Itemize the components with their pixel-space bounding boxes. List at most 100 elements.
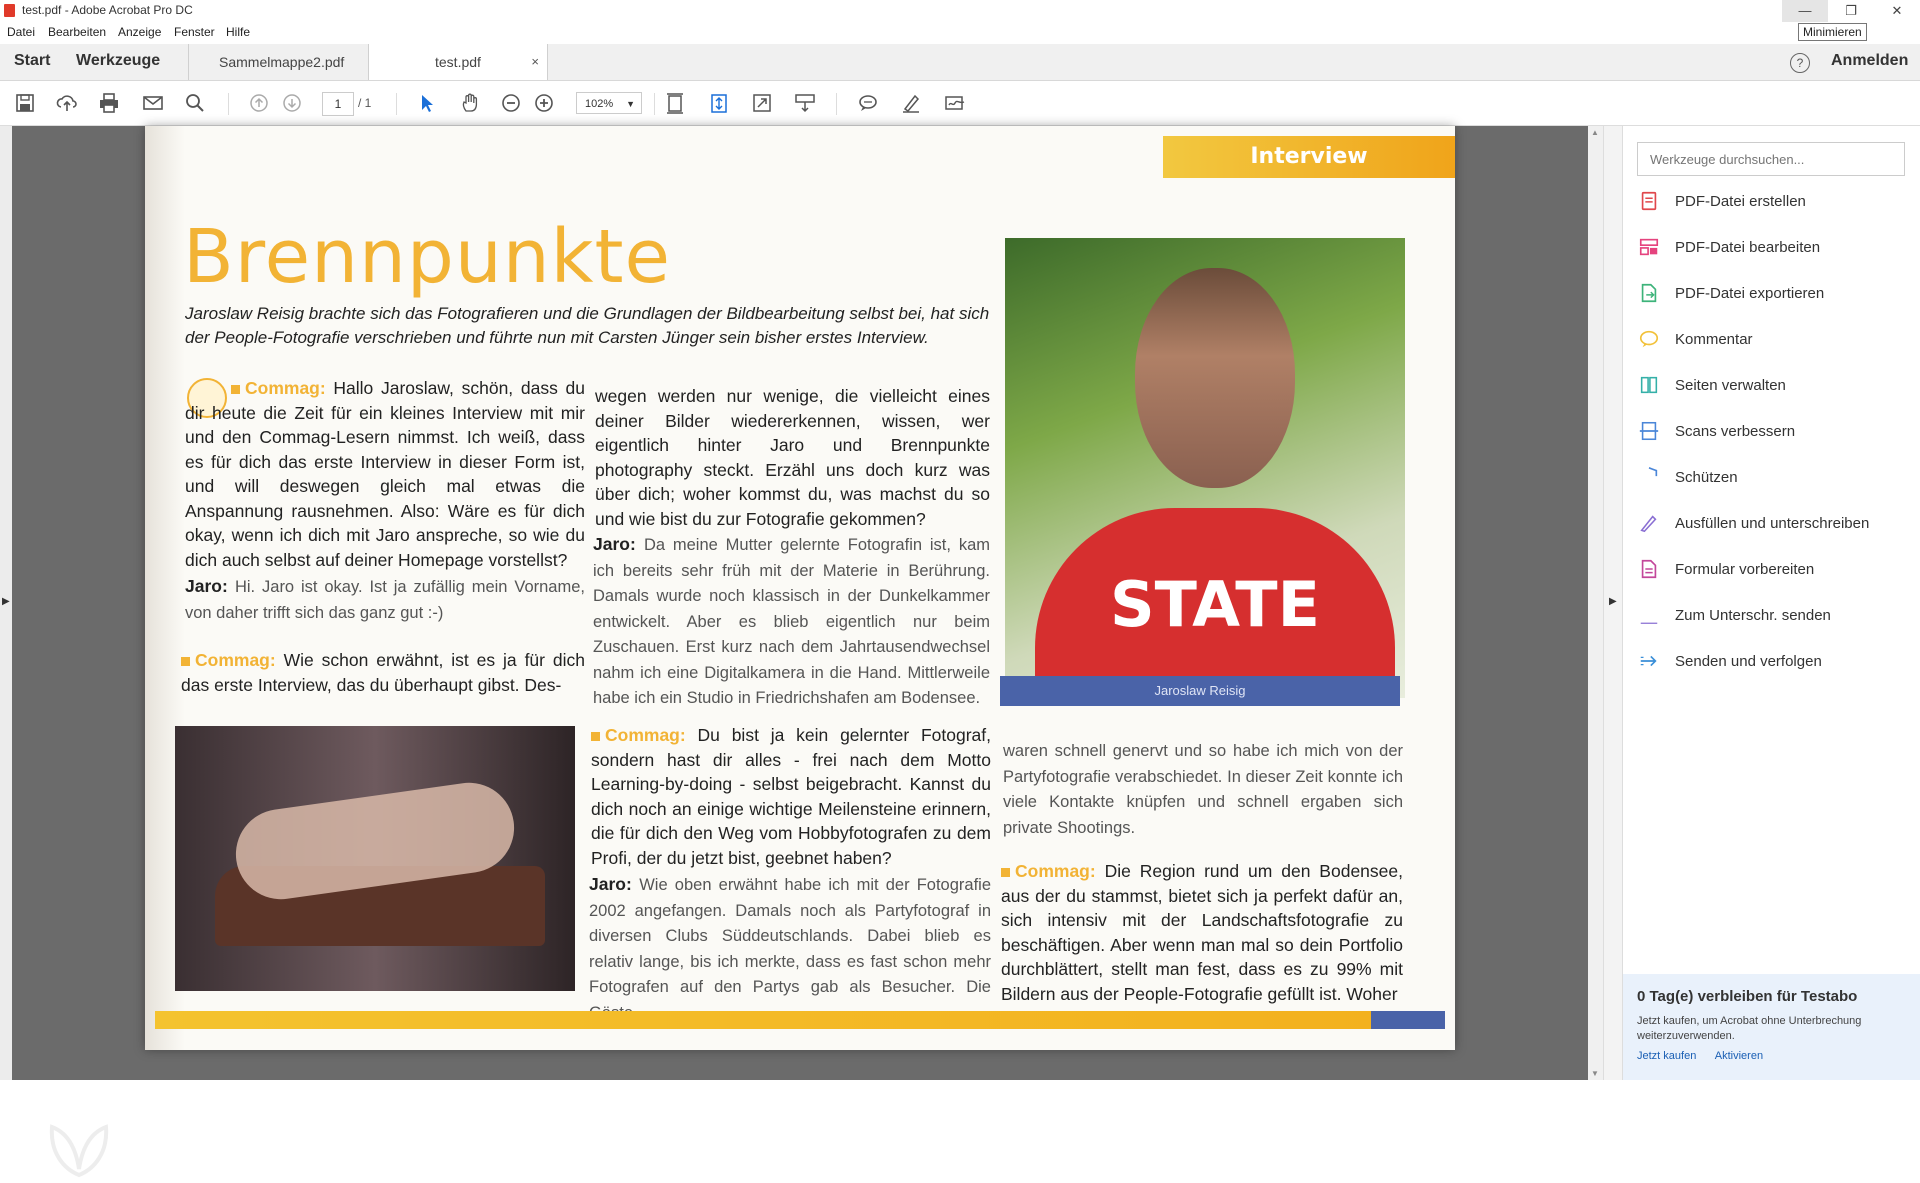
trial-text: Jetzt kaufen, um Acrobat ohne Unterbrech… <box>1637 1015 1862 1042</box>
zoom-in-icon[interactable] <box>531 90 557 116</box>
page-up-icon[interactable] <box>246 90 272 116</box>
tool-item-ausfüllen-und-unterschreiben[interactable]: Ausfüllen und unterschreiben <box>1637 508 1907 538</box>
tool-item-schützen[interactable]: Schützen <box>1637 462 1907 492</box>
minimize-button[interactable]: — <box>1782 0 1828 22</box>
print-icon[interactable] <box>96 90 122 116</box>
menu-anzeige[interactable]: Anzeige <box>118 25 161 39</box>
tool-item-scans-verbessern[interactable]: Scans verbessern <box>1637 416 1907 446</box>
tool-item-pdf-datei-exportieren[interactable]: PDF-Datei exportieren <box>1637 278 1907 308</box>
tool-item-label: Ausfüllen und unterschreiben <box>1675 514 1870 532</box>
activate-link[interactable]: Aktivieren <box>1715 1050 1763 1062</box>
comment-icon[interactable] <box>855 90 881 116</box>
tab-start[interactable]: Start <box>14 52 50 70</box>
scroll-up-icon[interactable]: ▲ <box>1591 128 1599 137</box>
page-total: / 1 <box>358 96 372 110</box>
tool-item-senden-und-verfolgen[interactable]: Senden und verfolgen <box>1637 646 1907 676</box>
tab-werkzeuge[interactable]: Werkzeuge <box>76 52 160 70</box>
tool-item-kommentar[interactable]: Kommentar <box>1637 324 1907 354</box>
answer-text: Da meine Mutter gelernte Fotografin ist,… <box>593 536 990 707</box>
save-icon[interactable] <box>12 90 38 116</box>
acrobat-app-icon <box>4 4 15 17</box>
tool-item-zum-unterschr-senden[interactable]: Zum Unterschr. senden <box>1637 600 1907 630</box>
pdf-page: Interview Brennpunkte Jaroslaw Reisig br… <box>145 126 1455 1050</box>
zoom-select[interactable]: 102% ▼ <box>576 92 642 114</box>
portrait-photo: STATE <box>1005 238 1405 698</box>
tool-item-pdf-datei-erstellen[interactable]: PDF-Datei erstellen <box>1637 186 1907 216</box>
tool-item-pdf-datei-bearbeiten[interactable]: PDF-Datei bearbeiten <box>1637 232 1907 262</box>
tool-item-label: Senden und verfolgen <box>1675 652 1822 670</box>
minimize-tooltip: Minimieren <box>1798 23 1867 41</box>
close-window-button[interactable]: ✕ <box>1874 0 1920 22</box>
right-panel-toggle[interactable]: ▶ <box>1603 126 1622 1080</box>
tool-item-seiten-verwalten[interactable]: Seiten verwalten <box>1637 370 1907 400</box>
tool-item-label: PDF-Datei exportieren <box>1675 284 1825 302</box>
speaker-label: Commag: <box>195 650 276 670</box>
highlight-pen-icon[interactable] <box>898 90 924 116</box>
bullet-square-icon <box>1001 868 1010 877</box>
column-2-question-cont: wegen werden nur wenige, die vielleicht … <box>595 384 990 531</box>
signin-button[interactable]: Anmelden <box>1831 52 1908 70</box>
hand-icon[interactable] <box>457 90 483 116</box>
menu-fenster[interactable]: Fenster <box>174 25 215 39</box>
answer-text: Wie oben erwähnt habe ich mit der Fotogr… <box>589 876 992 1022</box>
close-icon: ✕ <box>1891 3 1903 18</box>
search-icon[interactable] <box>182 90 208 116</box>
zoom-out-icon[interactable] <box>498 90 524 116</box>
tab-label: test.pdf <box>435 54 481 70</box>
toolbar-divider <box>836 93 837 115</box>
close-tab-icon[interactable]: × <box>531 44 539 80</box>
select-arrow-icon[interactable] <box>414 90 440 116</box>
speaker-label: Jaro: <box>593 534 636 554</box>
speaker-label: Commag: <box>245 378 326 398</box>
protect-shield-icon <box>1637 465 1661 489</box>
help-icon[interactable]: ? <box>1790 53 1810 73</box>
send-track-icon <box>1637 649 1661 673</box>
tab-label: Sammelmappe2.pdf <box>219 54 345 70</box>
organize-pages-icon <box>1637 373 1661 397</box>
upload-icon[interactable] <box>54 90 80 116</box>
column-3-answer-cont: waren schnell genervt und so habe ich mi… <box>1003 738 1403 840</box>
bullet-square-icon <box>591 732 600 741</box>
tool-item-label: PDF-Datei erstellen <box>1675 192 1806 210</box>
question-text: Die Region rund um den Bodensee, aus der… <box>1001 861 1403 1004</box>
article-headline: Brennpunkte <box>183 214 672 300</box>
speaker-label: Jaro: <box>589 874 632 894</box>
tab-document-test[interactable]: test.pdf × <box>368 44 548 80</box>
scroll-mode-icon[interactable] <box>706 90 732 116</box>
menu-bearbeiten[interactable]: Bearbeiten <box>48 25 106 39</box>
question-text: wegen werden nur wenige, die vielleicht … <box>595 386 990 529</box>
menu-bar: Datei Bearbeiten Anzeige Fenster Hilfe <box>0 22 1920 44</box>
menu-hilfe[interactable]: Hilfe <box>226 25 250 39</box>
left-panel-toggle[interactable]: ▶ <box>0 126 12 1080</box>
answer-text: Hi. Jaro ist okay. Ist ja zufällig mein … <box>185 578 585 622</box>
column-1-question-2: Commag: Wie schon erwähnt, ist es ja für… <box>181 648 585 697</box>
answer-text: waren schnell genervt und so habe ich mi… <box>1003 742 1403 837</box>
speaker-label: Jaro: <box>185 576 228 596</box>
maximize-button[interactable]: ❐ <box>1828 0 1874 22</box>
full-screen-icon[interactable] <box>749 90 775 116</box>
fit-page-icon[interactable] <box>662 90 688 116</box>
article-lead: Jaroslaw Reisig brachte sich das Fotogra… <box>185 304 990 347</box>
tool-item-label: Zum Unterschr. senden <box>1675 606 1831 624</box>
prepare-form-icon <box>1637 557 1661 581</box>
page-down-icon[interactable] <box>279 90 305 116</box>
vertical-scrollbar[interactable]: ▲ ▼ <box>1588 126 1603 1080</box>
menu-datei[interactable]: Datei <box>7 25 35 39</box>
buy-now-link[interactable]: Jetzt kaufen <box>1637 1050 1696 1062</box>
page-footer-bar <box>155 1011 1445 1029</box>
tab-document-sammelmappe[interactable]: Sammelmappe2.pdf <box>188 44 368 80</box>
question-text: Hallo Jaroslaw, schön, dass du dir heute… <box>185 378 585 570</box>
scroll-down-icon[interactable]: ▼ <box>1591 1069 1599 1078</box>
sign-icon[interactable] <box>942 90 968 116</box>
tool-item-formular-vorbereiten[interactable]: Formular vorbereiten <box>1637 554 1907 584</box>
column-2-answer: Jaro: Da meine Mutter gelernte Fotografi… <box>593 532 990 711</box>
read-mode-icon[interactable] <box>792 90 818 116</box>
tools-search-input[interactable] <box>1637 142 1905 176</box>
document-viewport[interactable]: ▶ Interview Brennpunkte Jaroslaw Reisig … <box>0 126 1603 1178</box>
page-number-input[interactable]: 1 <box>322 92 354 116</box>
tab-bar: Start Werkzeuge Sammelmappe2.pdf test.pd… <box>0 44 1920 81</box>
mail-icon[interactable] <box>140 90 166 116</box>
question-text: Du bist ja kein gelernter Fotograf, sond… <box>591 725 991 868</box>
butterfly-watermark-icon <box>49 1124 109 1178</box>
photo-caption: Jaroslaw Reisig <box>1000 676 1400 706</box>
